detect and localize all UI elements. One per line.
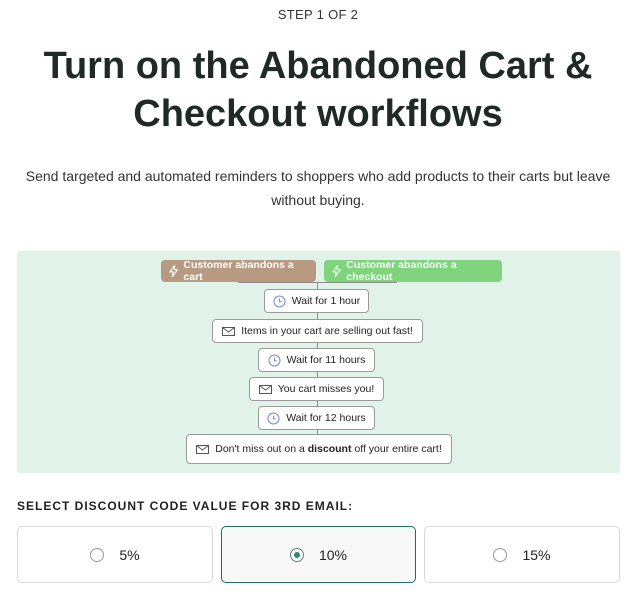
email-icon	[222, 326, 236, 336]
email-icon	[258, 384, 272, 394]
discount-select-label: SELECT DISCOUNT CODE VALUE FOR 3RD EMAIL…	[17, 499, 354, 513]
discount-option-5[interactable]: 5%	[17, 526, 213, 583]
radio-button[interactable]	[493, 547, 508, 562]
email-step: Items in your cart are selling out fast!	[212, 319, 423, 343]
trigger-cart: Customer abandons a cart	[161, 259, 316, 283]
option-label: 5%	[119, 546, 140, 563]
radio-button[interactable]	[90, 547, 105, 562]
email-icon	[196, 444, 210, 454]
workflow-diagram: Customer abandons a cart Customer abando…	[17, 251, 620, 473]
option-label: 10%	[318, 546, 348, 563]
trigger-checkout-label: Customer abandons a checkout	[346, 259, 457, 283]
radio-button[interactable]	[289, 547, 304, 562]
clock-icon	[267, 412, 280, 424]
option-label: 15%	[522, 546, 551, 563]
page-subtitle: Send targeted and automated reminders to…	[25, 168, 611, 208]
clock-icon	[268, 354, 281, 366]
clock-icon	[273, 295, 286, 307]
wait-step: Wait for 11 hours	[258, 348, 375, 372]
bolt-icon	[169, 265, 178, 277]
discount-option-15[interactable]: 15%	[424, 526, 620, 583]
email-step: Don't miss out on a discount off your en…	[186, 434, 452, 464]
wait-step: Wait for 12 hours	[258, 406, 375, 430]
page-title: Turn on the Abandoned Cart & Checkout wo…	[43, 45, 593, 135]
discount-option-10[interactable]: 10%	[221, 526, 416, 583]
bolt-icon	[332, 265, 341, 277]
email-step: You cart misses you!	[249, 377, 384, 401]
step-indicator: STEP 1 OF 2	[277, 7, 359, 22]
onboarding-page: STEP 1 OF 2 Turn on the Abandoned Cart &…	[0, 0, 636, 601]
trigger-cart-label: Customer abandons a cart	[183, 259, 294, 283]
trigger-checkout: Customer abandons a checkout	[324, 259, 502, 283]
wait-step: Wait for 1 hour	[264, 289, 369, 313]
